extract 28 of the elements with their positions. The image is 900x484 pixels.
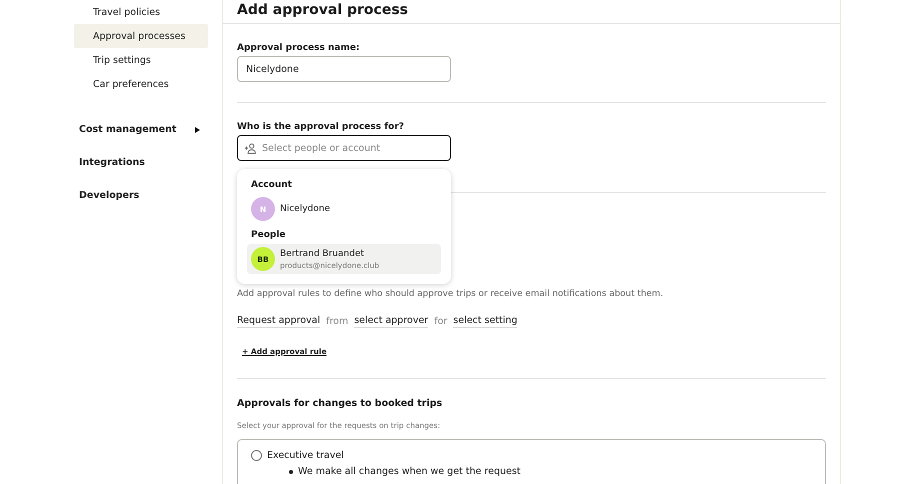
sidebar-item[interactable]: Trip settings	[74, 48, 208, 72]
option-name: Bertrand Bruandet	[280, 248, 366, 258]
rule-text: from	[326, 316, 348, 327]
option-label: Executive travel	[267, 450, 344, 461]
option-name: Nicelydone	[280, 204, 330, 214]
bullet-icon	[289, 470, 293, 474]
group-heading: Account	[250, 179, 293, 192]
option-detail: We make all changes when we get the request	[298, 466, 521, 477]
sidebar-item[interactable]: Travel policies	[74, 0, 208, 24]
rule-selector[interactable]: select setting	[453, 315, 518, 328]
sidebar-item[interactable]: Car preferences	[74, 72, 208, 96]
add-person-icon	[244, 142, 257, 155]
name-field[interactable]: Nicelydone	[237, 56, 451, 82]
field-label: Who is the approval process for?	[237, 122, 406, 132]
sidebar-item[interactable]: Cost management	[74, 113, 208, 146]
sidebar-item[interactable]: Approval processes	[74, 24, 208, 48]
sidebar-item[interactable]: Developers	[74, 179, 208, 212]
rule-text: for	[434, 316, 448, 327]
people-search-field[interactable]: Select people or account	[237, 135, 451, 161]
page-title: Add approval process	[223, 0, 840, 24]
rule-selector[interactable]: select approver	[354, 315, 428, 328]
section-heading: Approvals for changes to booked trips	[237, 398, 444, 409]
rules-description: Add approval rules to define who should approve trips or receive email notifications about them.	[237, 289, 664, 299]
rule-selector[interactable]: Request approval	[237, 315, 320, 328]
sidebar-item[interactable]: Integrations	[74, 146, 208, 179]
group-heading: People	[250, 229, 287, 242]
radio-button[interactable]	[251, 450, 262, 461]
field-label: Approval process name:	[237, 43, 361, 53]
